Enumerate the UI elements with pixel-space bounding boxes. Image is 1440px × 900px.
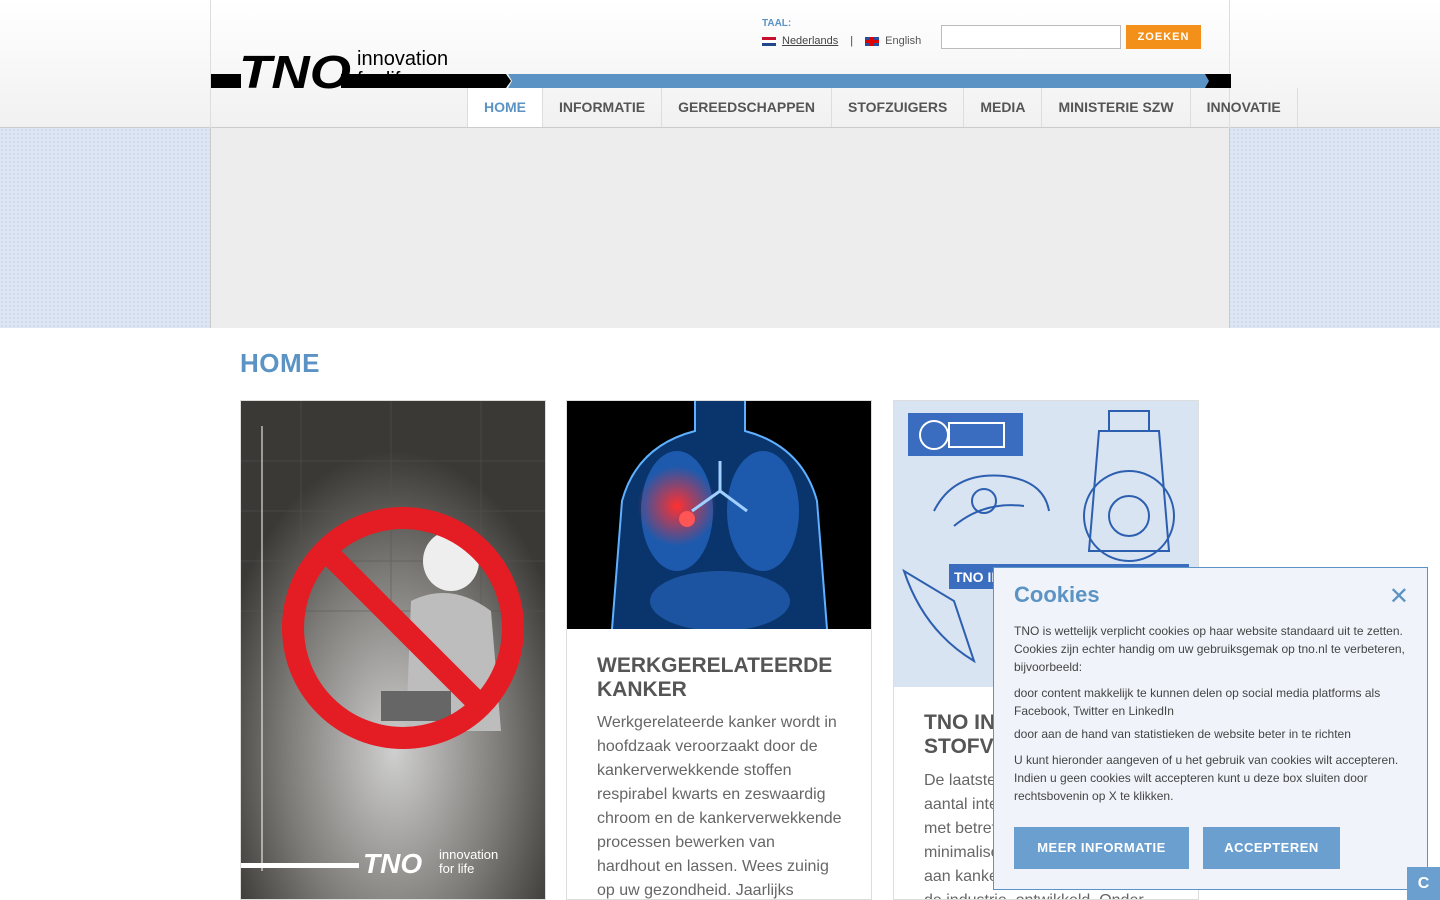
page-title: HOME <box>240 348 320 378</box>
accept-button[interactable]: ACCEPTEREN <box>1203 827 1340 869</box>
card-title: WERKGERELATEERDE KANKER <box>597 654 832 702</box>
language-separator: | <box>850 35 854 47</box>
card-text-line: Werkgerelateerde kanker wordt in <box>597 714 837 731</box>
card-text-line: de industrie, ontwikkeld. Onder <box>924 889 1194 899</box>
banner <box>0 128 1440 328</box>
corner-tab-button[interactable]: C <box>1407 867 1440 900</box>
nav-item-gereedschappen[interactable]: GEREEDSCHAPPEN <box>662 88 832 127</box>
card-no-dust-poster[interactable]: TNO innovation for life <box>240 400 546 900</box>
english-flag-icon <box>865 36 880 46</box>
card-text-line: hardhout en lassen. Wees zuinig <box>597 858 829 875</box>
nav-item-media[interactable]: MEDIA <box>964 88 1043 127</box>
header: TNO innovation for life TAAL: Nederlands… <box>210 0 1298 128</box>
poster-tagline-1: innovation <box>439 847 498 862</box>
cookie-text-intro: TNO is wettelijk verplicht cookies op ha… <box>1014 624 1405 674</box>
card-title-line-2: KANKER <box>597 678 687 701</box>
card-title-line-1: TNO IN <box>924 711 996 734</box>
logo-tagline-1: innovation <box>357 48 448 70</box>
card-text-line: processen bewerken van <box>597 834 775 851</box>
search-input[interactable] <box>941 25 1121 49</box>
dutch-flag-icon <box>762 36 776 46</box>
nav-item-home[interactable]: HOME <box>468 88 543 127</box>
nav-item-informatie[interactable]: INFORMATIE <box>543 88 663 127</box>
language-selector: TAAL: Nederlands | English <box>762 18 921 47</box>
card-text-line: hoofdzaak veroorzaakt door de <box>597 738 818 755</box>
card-text-line: op uw gezondheid. Jaarlijks <box>597 882 794 899</box>
no-dust-poster-image: TNO innovation for life <box>241 401 545 899</box>
cookie-text-social: door content makkelijk te kunnen delen o… <box>1014 686 1381 718</box>
cookie-dialog: Cookies ✕ TNO is wettelijk verplicht coo… <box>993 567 1428 890</box>
card-text-line: chroom en de kankerverwekkende <box>597 810 842 827</box>
nav-item-innovatie[interactable]: INNOVATIE <box>1191 88 1298 127</box>
cookie-title: Cookies <box>1014 582 1100 607</box>
language-en-link[interactable]: English <box>885 35 921 47</box>
nav-item-stofzuigers[interactable]: STOFZUIGERS <box>832 88 965 127</box>
card-title-line-2: STOFV <box>924 735 994 758</box>
language-nl-link[interactable]: Nederlands <box>782 35 838 47</box>
search-button[interactable]: ZOEKEN <box>1126 25 1201 49</box>
banner-content <box>210 128 1230 328</box>
close-icon[interactable]: ✕ <box>1389 582 1409 611</box>
poster-logo-text: TNO <box>363 848 422 879</box>
poster-tagline-2: for life <box>439 861 474 876</box>
card-title: TNO IN STOFV <box>924 711 995 759</box>
card-text-line: respirabel kwarts en zeswaardig <box>597 786 826 803</box>
cookie-text-statistics: door aan de hand van statistieken de web… <box>1014 727 1351 741</box>
cookie-text-instructions: U kunt hieronder aangeven of u het gebru… <box>1014 753 1399 803</box>
language-label: TAAL: <box>762 18 792 29</box>
more-info-button[interactable]: MEER INFORMATIE <box>1014 827 1189 869</box>
nav-item-ministerie-szw[interactable]: MINISTERIE SZW <box>1042 88 1191 127</box>
card-text-line: kankerverwekkende stoffen <box>597 762 792 779</box>
header-stripe <box>211 74 1231 88</box>
card-description: Werkgerelateerde kanker wordt in hoofdza… <box>597 711 847 899</box>
main-navigation: HOME INFORMATIE GEREEDSCHAPPEN STOFZUIGE… <box>467 88 1298 127</box>
lungs-xray-image <box>567 401 871 629</box>
card-title-line-1: WERKGERELATEERDE <box>597 654 833 677</box>
card-werkgerelateerde-kanker[interactable]: WERKGERELATEERDE KANKER Werkgerelateerde… <box>566 400 872 900</box>
